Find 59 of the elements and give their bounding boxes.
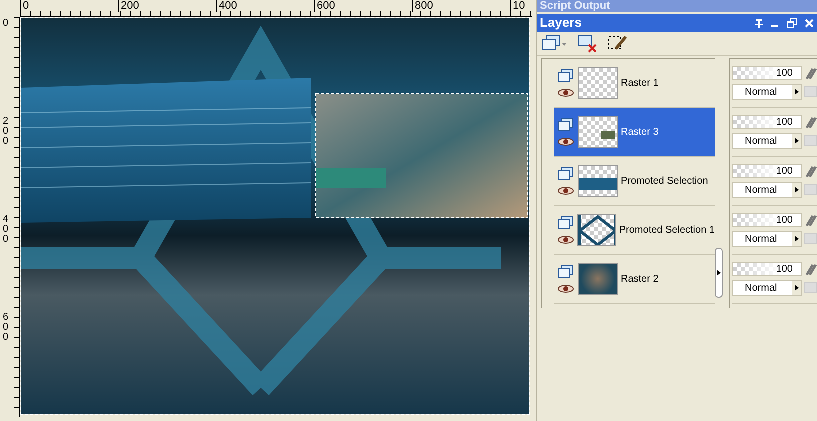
new-layer-icon[interactable]	[542, 34, 568, 52]
layer-name: Promoted Selection 1	[619, 224, 715, 238]
delete-layer-icon[interactable]	[578, 34, 598, 52]
mask-icon	[804, 86, 817, 98]
restore-icon[interactable]	[787, 18, 797, 28]
layer-type-icon	[558, 216, 574, 230]
blend-mode-dropdown[interactable]: Normal	[732, 280, 802, 296]
ruler-label: 200	[3, 117, 10, 147]
eye-icon[interactable]	[558, 138, 574, 146]
opacity-field[interactable]: 100	[732, 262, 802, 276]
eye-icon[interactable]	[558, 187, 574, 195]
selection-brush-icon[interactable]	[608, 34, 628, 52]
layer-thumbnail	[578, 263, 618, 295]
panel-title: Layers	[540, 15, 582, 31]
link-icon[interactable]	[804, 213, 817, 227]
ruler-label: 0	[3, 19, 10, 29]
layer-thumbnail	[578, 165, 618, 197]
layer-type-icon	[558, 265, 574, 279]
ruler-label: 400	[216, 0, 238, 12]
eye-icon[interactable]	[558, 285, 574, 293]
ruler-label: 400	[3, 215, 10, 245]
mask-icon	[804, 233, 817, 245]
pin-icon[interactable]	[755, 18, 763, 28]
blend-mode-dropdown[interactable]: Normal	[732, 182, 802, 198]
blend-mode-dropdown[interactable]: Normal	[732, 84, 802, 100]
opacity-field[interactable]: 100	[732, 66, 802, 80]
eye-icon[interactable]	[558, 236, 574, 244]
link-icon[interactable]	[804, 262, 817, 276]
ruler-label: 10	[510, 0, 526, 12]
ruler-label: 200	[118, 0, 140, 12]
ruler-label: 600	[314, 0, 336, 12]
layer-name: Raster 3	[621, 126, 659, 140]
blend-mode-dropdown[interactable]: Normal	[732, 133, 802, 149]
panel-title: Script Output	[540, 0, 610, 12]
layer-thumbnail	[578, 67, 618, 99]
blend-mode-dropdown[interactable]: Normal	[732, 231, 802, 247]
eye-icon[interactable]	[558, 89, 574, 97]
link-icon[interactable]	[804, 115, 817, 129]
close-icon[interactable]	[805, 18, 814, 28]
layer-type-icon	[558, 69, 574, 83]
layer-type-icon	[558, 118, 574, 132]
layer-name: Raster 1	[621, 76, 659, 90]
ruler-label: 0	[20, 0, 30, 12]
mask-icon	[804, 184, 817, 196]
opacity-field[interactable]: 100	[732, 115, 802, 129]
link-icon[interactable]	[804, 164, 817, 178]
layer-name: Promoted Selection	[621, 174, 708, 188]
opacity-field[interactable]: 100	[732, 164, 802, 178]
mask-icon	[804, 282, 817, 294]
link-icon[interactable]	[804, 66, 817, 80]
layer-type-icon	[558, 167, 574, 181]
ruler-label: 600	[3, 313, 10, 343]
layer-name: Raster 2	[621, 272, 659, 286]
layer-thumbnail	[578, 116, 618, 148]
layer-thumbnail	[577, 214, 616, 246]
opacity-field[interactable]: 100	[732, 213, 802, 227]
mask-icon	[804, 135, 817, 147]
layer-row[interactable]: Raster 3	[554, 108, 715, 157]
ruler-label: 800	[412, 0, 434, 12]
